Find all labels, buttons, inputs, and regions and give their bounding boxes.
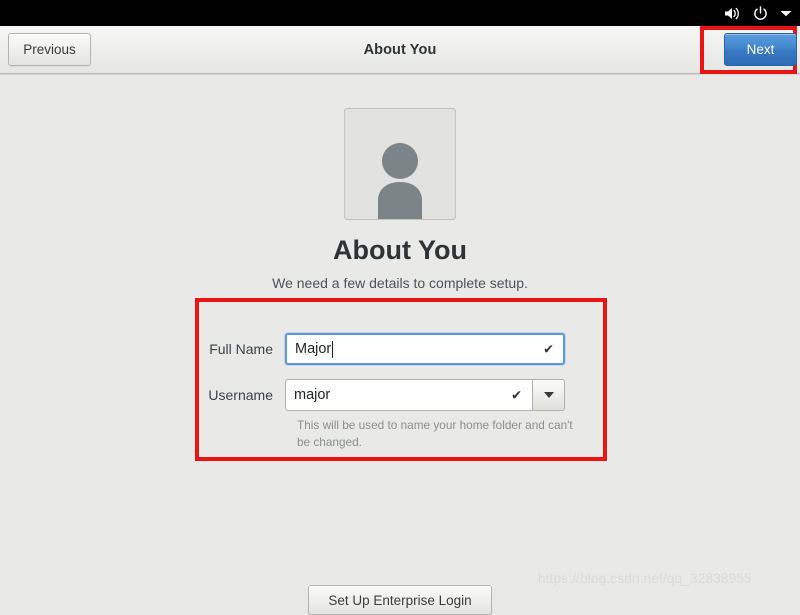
power-icon[interactable]: [753, 2, 768, 24]
volume-icon[interactable]: [724, 2, 741, 24]
username-value: major: [294, 387, 331, 403]
username-label: Username: [208, 387, 273, 403]
about-you-form: Full Name Major ✔ Username major ✔ This …: [199, 302, 603, 457]
checkmark-icon: ✔: [543, 341, 554, 357]
wizard-header-bar: Previous About You: [0, 26, 800, 75]
full-name-value: Major: [295, 341, 332, 357]
text-caret: [332, 340, 334, 358]
checkmark-icon: ✔: [511, 387, 522, 403]
full-name-input[interactable]: Major ✔: [285, 333, 565, 365]
username-hint-text: This will be used to name your home fold…: [297, 418, 573, 450]
content-heading: About You: [333, 235, 467, 265]
watermark: https://blog.csdn.net/qq_32838955: [538, 571, 752, 586]
system-status-bar: [0, 0, 800, 26]
username-dropdown-button[interactable]: [532, 379, 565, 411]
chevron-down-icon: [543, 392, 554, 398]
set-up-enterprise-login-button[interactable]: Set Up Enterprise Login: [308, 585, 492, 615]
content-subtitle: We need a few details to complete setup.: [272, 275, 528, 291]
username-input[interactable]: major ✔: [285, 379, 532, 411]
full-name-label: Full Name: [209, 341, 273, 357]
next-button[interactable]: Next: [724, 33, 797, 66]
wizard-content: About You We need a few details to compl…: [0, 75, 800, 615]
chevron-down-icon[interactable]: [780, 2, 792, 24]
form-row-username: Username major ✔: [199, 379, 565, 411]
form-row-full-name: Full Name Major ✔: [199, 333, 565, 365]
user-avatar-icon[interactable]: [344, 108, 456, 220]
page-title: About You: [363, 41, 437, 58]
